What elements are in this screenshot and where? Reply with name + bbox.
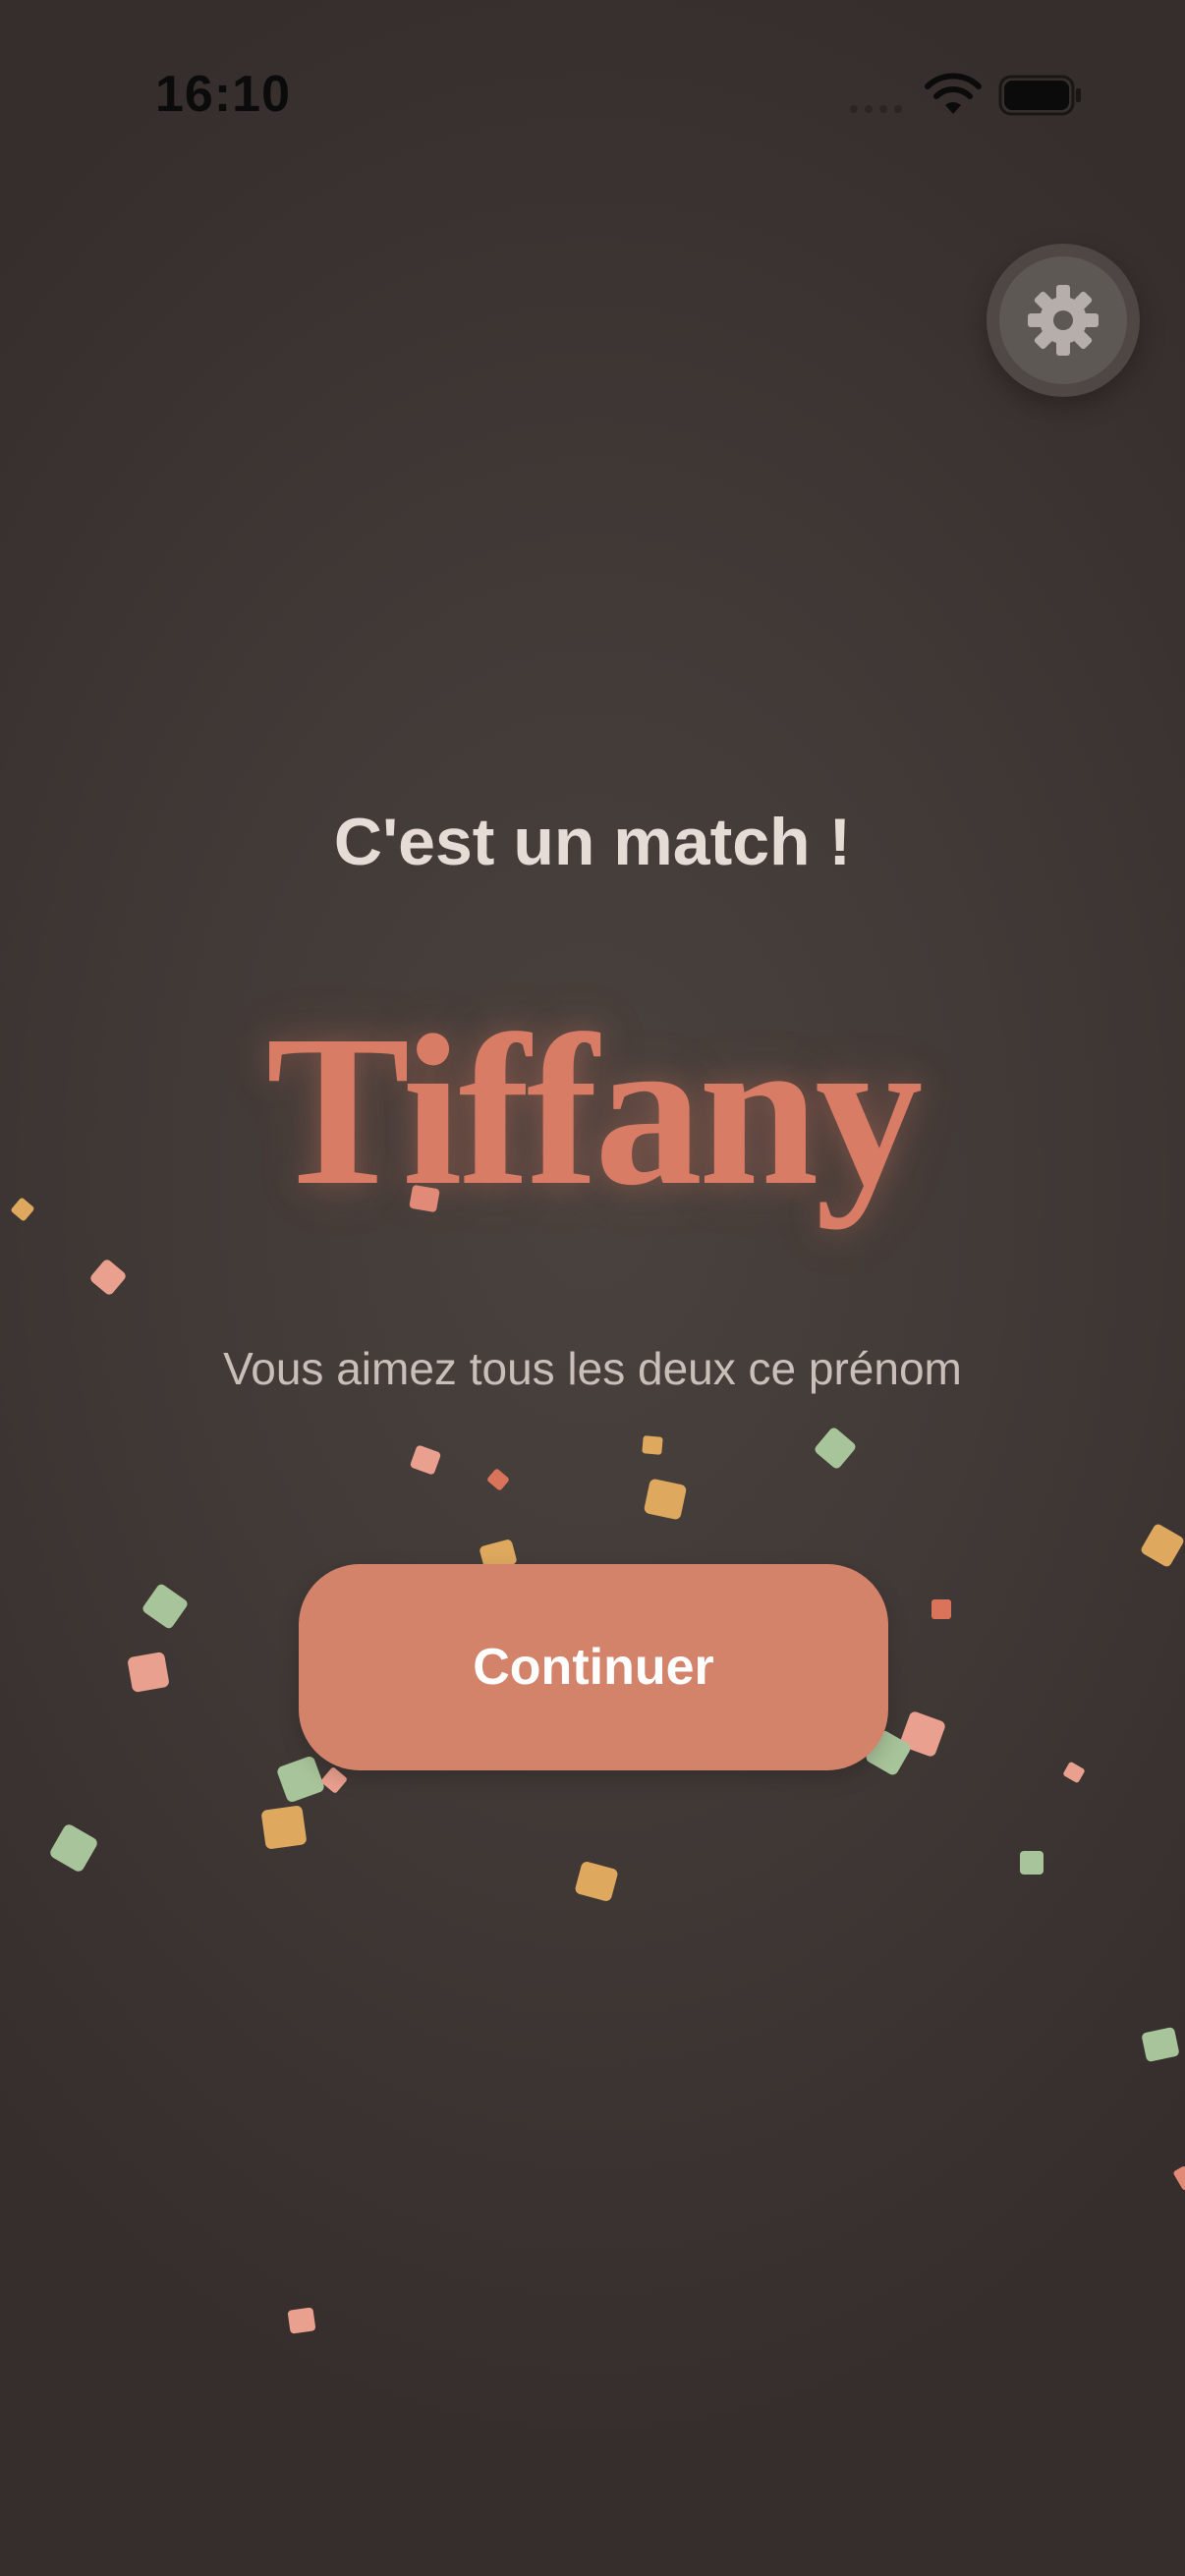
confetti-piece — [410, 1445, 441, 1475]
confetti-piece — [409, 1185, 440, 1212]
confetti-piece — [261, 1806, 307, 1849]
confetti-piece — [575, 1862, 618, 1901]
confetti-piece — [287, 2307, 316, 2334]
confetti-piece — [11, 1198, 34, 1221]
confetti-piece — [931, 1599, 951, 1619]
continue-button[interactable]: Continuer — [299, 1564, 888, 1770]
confetti-piece — [642, 1435, 663, 1455]
confetti-piece — [1020, 1851, 1044, 1875]
confetti-piece — [487, 1469, 509, 1490]
confetti-piece — [1063, 1762, 1085, 1783]
confetti-piece — [1142, 2027, 1179, 2062]
confetti-piece — [815, 1428, 856, 1469]
confetti — [11, 1185, 1185, 2334]
confetti-piece — [128, 1652, 169, 1693]
confetti-piece — [90, 1260, 126, 1295]
confetti-piece — [644, 1479, 687, 1520]
confetti-piece — [1141, 1524, 1184, 1567]
confetti-piece — [321, 1767, 347, 1793]
confetti-piece — [1173, 2166, 1185, 2190]
confetti-piece — [50, 1824, 97, 1872]
confetti-piece — [277, 1756, 324, 1803]
confetti-piece — [142, 1584, 188, 1629]
